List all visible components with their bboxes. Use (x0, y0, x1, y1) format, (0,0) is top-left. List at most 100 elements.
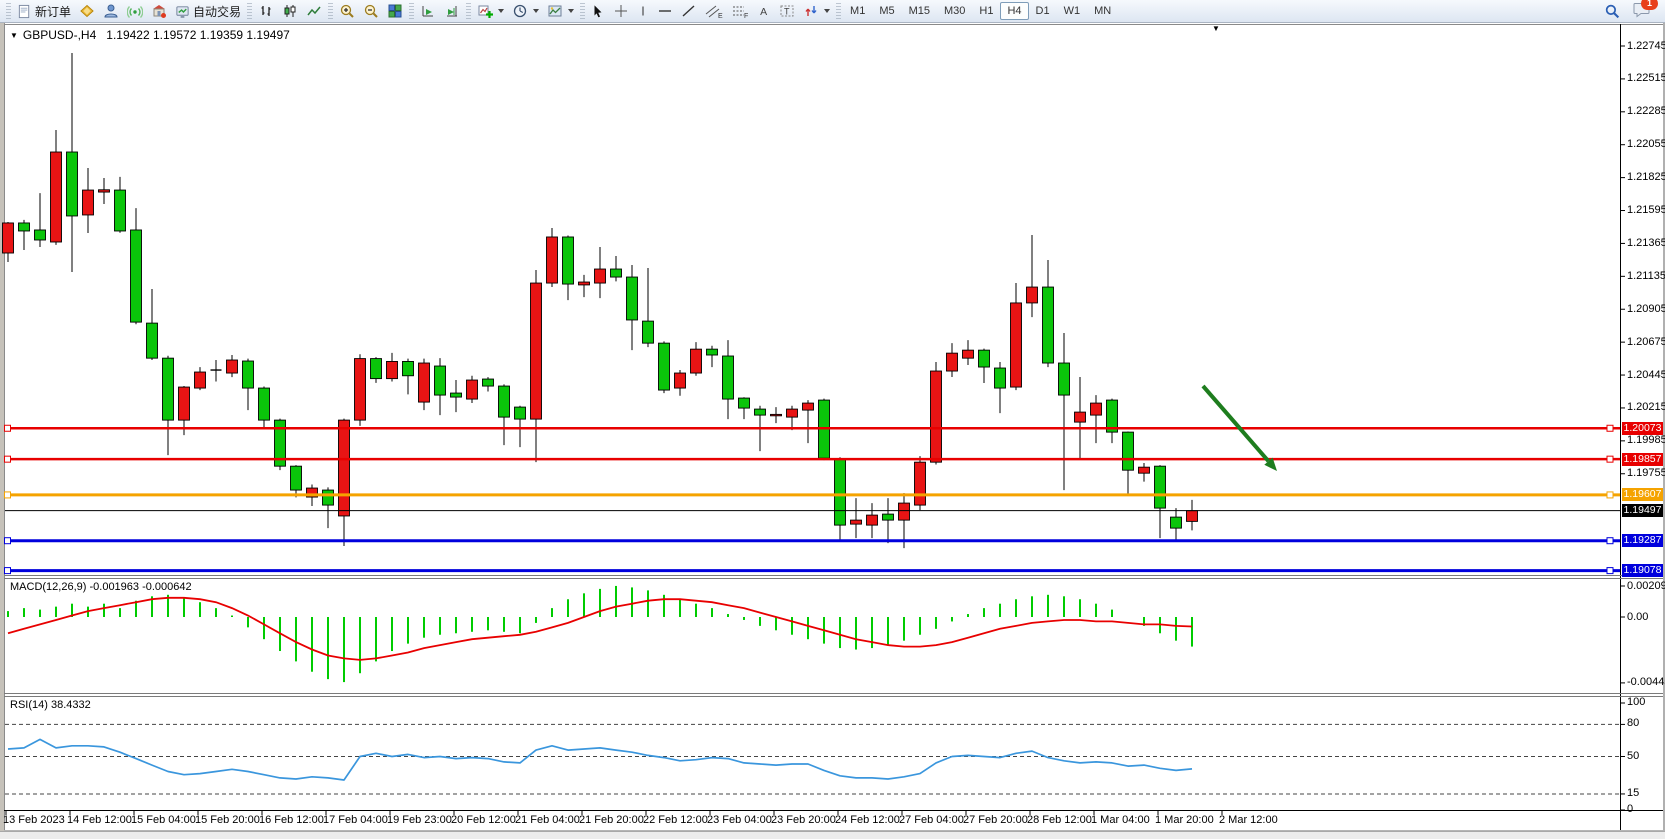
time-axis-label: 17 Feb 04:00 (323, 814, 388, 826)
candle-body (1171, 517, 1182, 528)
arrow-annotation[interactable] (1203, 386, 1268, 461)
price-level-badge: 1.20073 (1622, 422, 1663, 435)
price-axis-label: 1.20905 (1627, 303, 1665, 316)
time-axis-label: 24 Feb 12:00 (835, 814, 900, 826)
time-axis-label: 2 Mar 12:00 (1219, 814, 1278, 826)
community-button[interactable] (99, 0, 123, 22)
candle-body (771, 414, 782, 415)
crosshair-button[interactable] (609, 0, 633, 22)
candle-body (339, 420, 350, 516)
timeframe-m30[interactable]: M30 (937, 2, 972, 20)
timeframe-h1[interactable]: H1 (972, 2, 1000, 20)
timeframe-mn[interactable]: MN (1087, 2, 1118, 20)
line-handle-left[interactable] (5, 492, 11, 498)
auto-scroll-button[interactable] (416, 0, 440, 22)
line-handle-left[interactable] (5, 538, 11, 544)
toolbar-grip[interactable] (6, 3, 11, 20)
toolbar-grip[interactable] (409, 3, 414, 20)
templates-button[interactable] (543, 0, 578, 22)
candle-body (515, 407, 526, 419)
auto-trading-icon (175, 4, 190, 19)
toolbar-grip[interactable] (328, 3, 333, 20)
fibonacci-button[interactable]: F (727, 0, 753, 22)
arrow-annotation-head[interactable] (1264, 458, 1277, 471)
timeframe-h4[interactable]: H4 (1000, 2, 1028, 20)
candle-body (963, 350, 974, 358)
market-button[interactable] (147, 0, 171, 22)
toolbar-grip[interactable] (247, 3, 252, 20)
horizontal-line-button[interactable] (653, 0, 677, 22)
candle-body (691, 349, 702, 373)
zoom-in-button[interactable] (335, 0, 359, 22)
candle-body (371, 359, 382, 379)
candle-body (979, 350, 990, 367)
text-button[interactable]: A (753, 0, 775, 22)
arrows-button[interactable] (799, 0, 834, 22)
time-axis-label: 27 Feb 20:00 (963, 814, 1028, 826)
timeframe-w1[interactable]: W1 (1057, 2, 1088, 20)
macd-value-signal: -0.000642 (142, 581, 192, 593)
line-handle-right[interactable] (1607, 492, 1613, 498)
timeframe-m15[interactable]: M15 (902, 2, 937, 20)
time-axis-label: 28 Feb 12:00 (1027, 814, 1092, 826)
indicators-button[interactable] (473, 0, 508, 22)
chart-marker-icon[interactable]: ▼ (1212, 24, 1220, 33)
toolbar-grip[interactable] (466, 3, 471, 20)
timeframe-m1[interactable]: M1 (843, 2, 872, 20)
toolbar-grip[interactable] (836, 3, 841, 20)
zoom-out-button[interactable] (359, 0, 383, 22)
bar-chart-button[interactable] (254, 0, 278, 22)
candle-body (131, 230, 142, 322)
line-handle-right[interactable] (1607, 538, 1613, 544)
search-button[interactable] (1600, 0, 1625, 22)
chat-button[interactable]: 1 (1633, 1, 1651, 21)
cursor-button[interactable] (587, 0, 609, 22)
channel-button[interactable]: E (701, 0, 727, 22)
line-handle-left[interactable] (5, 425, 11, 431)
cursor-icon (591, 4, 605, 19)
new-order-button[interactable]: 新订单 (13, 0, 75, 22)
chart-dropdown-icon[interactable]: ▼ (10, 31, 18, 40)
candle-body (1123, 432, 1134, 470)
rsi-axis-label: 80 (1627, 717, 1639, 730)
candle-chart-button[interactable] (278, 0, 302, 22)
candle-body (99, 190, 110, 192)
vertical-line-icon (637, 3, 649, 19)
price-level-badge: 1.19607 (1622, 488, 1663, 501)
periods-caret-icon (533, 9, 539, 13)
time-axis-label: 23 Feb 20:00 (771, 814, 836, 826)
vertical-line-button[interactable] (633, 0, 653, 22)
templates-icon (547, 3, 563, 19)
line-handle-left[interactable] (5, 456, 11, 462)
trendline-button[interactable] (677, 0, 701, 22)
auto-trading-button[interactable]: 自动交易 (171, 0, 245, 22)
text-label-icon: T (779, 3, 795, 19)
timeframe-m5[interactable]: M5 (872, 2, 901, 20)
candle-body (1043, 287, 1054, 363)
candle-body (611, 269, 622, 277)
line-handle-right[interactable] (1607, 568, 1613, 574)
line-chart-button[interactable] (302, 0, 326, 22)
text-label-button[interactable]: T (775, 0, 799, 22)
toolbar-grip[interactable] (580, 3, 585, 20)
candle-body (291, 466, 302, 490)
svg-text:T: T (784, 7, 790, 17)
candle-body (819, 400, 830, 458)
timeframe-d1[interactable]: D1 (1029, 2, 1057, 20)
equidistant-channel-icon: E (705, 3, 723, 19)
community-icon (103, 3, 119, 19)
rsi-line (8, 739, 1192, 780)
line-handle-left[interactable] (5, 568, 11, 574)
periods-button[interactable] (508, 0, 543, 22)
chart-background[interactable] (4, 24, 1663, 831)
price-axis-label: 1.21135 (1627, 270, 1665, 283)
signals-button[interactable] (123, 0, 147, 22)
line-handle-right[interactable] (1607, 425, 1613, 431)
price-axis-label: 1.22055 (1627, 138, 1665, 151)
gold-symbol-button[interactable] (75, 0, 99, 22)
chart-shift-button[interactable] (440, 0, 464, 22)
line-handle-right[interactable] (1607, 456, 1613, 462)
tile-windows-button[interactable] (383, 0, 407, 22)
chart-canvas[interactable] (0, 0, 1665, 839)
candle-body (419, 363, 430, 402)
